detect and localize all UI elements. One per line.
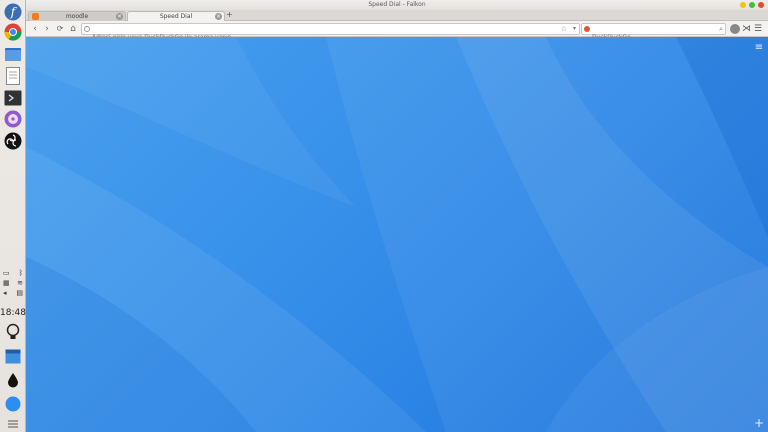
droplet-icon[interactable] bbox=[3, 370, 23, 390]
browser-window: Speed Dial - Falkon moodle × Speed Dial … bbox=[26, 0, 768, 432]
close-tab-icon[interactable]: × bbox=[215, 13, 222, 20]
site-info-icon[interactable] bbox=[84, 26, 90, 32]
navigation-toolbar: ‹ › ⟳ ⌂ ☆ ▾ ⌕ ⋊ ☰ bbox=[26, 21, 768, 43]
bookmark-star-icon[interactable]: ☆ bbox=[561, 24, 567, 34]
network-icon[interactable]: ▦ bbox=[3, 279, 10, 287]
lightbulb-icon[interactable] bbox=[3, 322, 23, 342]
moodle-favicon-icon bbox=[32, 13, 39, 20]
app-grid-icon[interactable] bbox=[3, 418, 23, 430]
maximize-button[interactable] bbox=[749, 2, 755, 8]
tray-row-network: ▦ ≋ bbox=[3, 279, 23, 287]
chrome-icon[interactable] bbox=[3, 22, 23, 42]
calendar-icon[interactable] bbox=[3, 346, 23, 366]
wallpaper-graphic bbox=[26, 37, 768, 432]
back-icon[interactable]: ‹ bbox=[29, 23, 41, 35]
forward-icon[interactable]: › bbox=[41, 23, 53, 35]
main-menu-icon[interactable]: ☰ bbox=[754, 23, 762, 35]
obs-icon[interactable] bbox=[3, 131, 23, 151]
duckduckgo-icon[interactable] bbox=[584, 26, 590, 32]
music-icon[interactable] bbox=[3, 109, 23, 129]
minimize-button[interactable] bbox=[740, 2, 746, 8]
tab-moodle[interactable]: moodle × bbox=[28, 11, 126, 21]
tray-row-battery: ▭ ᛒ bbox=[3, 269, 23, 277]
url-dropdown-icon[interactable]: ▾ bbox=[573, 24, 576, 34]
user-avatar-icon[interactable] bbox=[730, 24, 740, 34]
terminal-icon[interactable] bbox=[3, 88, 23, 108]
search-bar[interactable]: ⌕ bbox=[581, 23, 726, 43]
battery-icon[interactable]: ▭ bbox=[3, 269, 10, 277]
volume-icon[interactable]: ◂ bbox=[3, 289, 7, 297]
close-tab-icon[interactable]: × bbox=[116, 13, 123, 20]
window-title: Speed Dial - Falkon bbox=[368, 1, 426, 8]
tab-bar: moodle × Speed Dial × + bbox=[26, 10, 768, 21]
new-tab-button[interactable]: + bbox=[226, 10, 233, 20]
reload-icon[interactable]: ⟳ bbox=[54, 23, 66, 35]
system-dock: f ▭ ᛒ ▦ ≋ ◂ ▤ 18:48 bbox=[0, 0, 26, 432]
search-icon[interactable]: ⌕ bbox=[719, 24, 723, 34]
page-menu-icon[interactable]: ≡ bbox=[754, 43, 764, 53]
url-bar[interactable]: ☆ ▾ bbox=[81, 23, 580, 43]
close-window-button[interactable] bbox=[758, 2, 764, 8]
bluetooth-icon[interactable]: ᛒ bbox=[19, 269, 23, 277]
tab-label: moodle bbox=[65, 13, 89, 20]
tab-label: Speed Dial bbox=[159, 13, 193, 20]
files-icon[interactable] bbox=[3, 44, 23, 64]
title-bar[interactable]: Speed Dial - Falkon bbox=[26, 0, 768, 10]
fedora-icon[interactable]: f bbox=[3, 2, 23, 22]
speed-dial-page[interactable]: ≡ + bbox=[26, 37, 768, 432]
add-speed-dial-icon[interactable]: + bbox=[754, 417, 764, 429]
blue-circle-icon[interactable] bbox=[3, 394, 23, 414]
home-icon[interactable]: ⌂ bbox=[67, 23, 79, 35]
document-icon[interactable] bbox=[3, 66, 23, 86]
tools-icon[interactable]: ⋊ bbox=[742, 23, 751, 35]
clipboard-icon[interactable]: ▤ bbox=[16, 289, 23, 297]
wifi-icon[interactable]: ≋ bbox=[17, 279, 23, 287]
tab-speed-dial[interactable]: Speed Dial × bbox=[127, 11, 225, 21]
tray-row-volume: ◂ ▤ bbox=[3, 289, 23, 297]
clock[interactable]: 18:48 bbox=[0, 308, 26, 318]
